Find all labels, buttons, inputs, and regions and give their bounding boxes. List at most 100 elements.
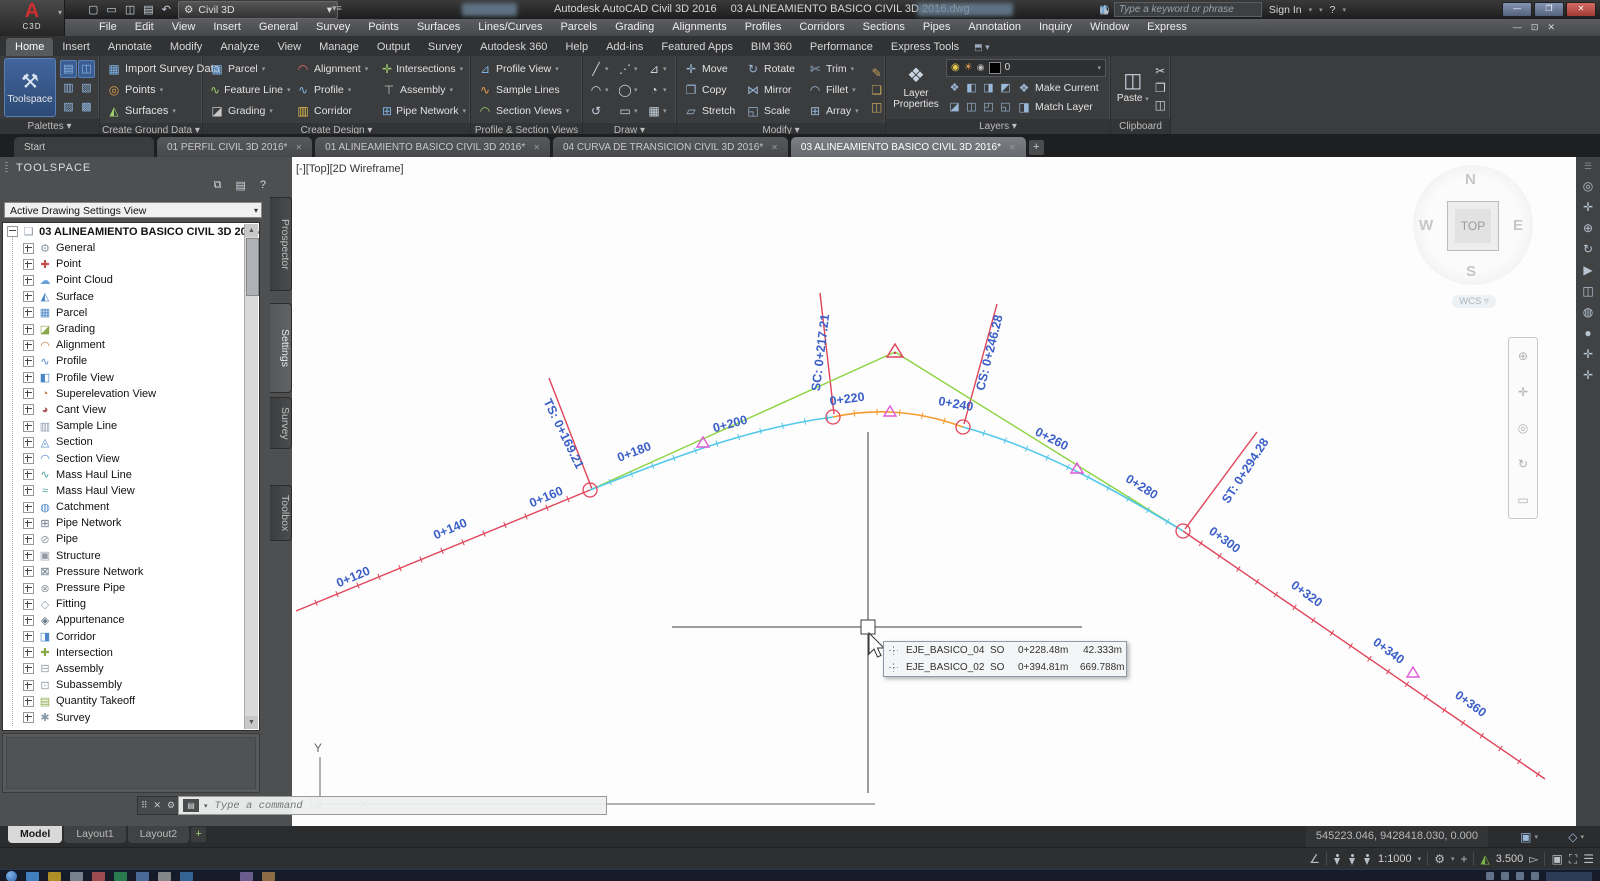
expand-icon[interactable] bbox=[23, 533, 34, 545]
menu-item[interactable]: Edit bbox=[126, 19, 163, 36]
menu-item[interactable]: Surfaces bbox=[408, 19, 469, 36]
ribbon-tab[interactable]: Survey bbox=[419, 38, 471, 56]
drawing-canvas[interactable] bbox=[292, 157, 1576, 826]
ribbon-tab[interactable]: Help bbox=[556, 38, 597, 56]
help-icon[interactable]: ? bbox=[260, 179, 266, 192]
ribbon-button[interactable]: ⊤ Assembly ▾ bbox=[379, 79, 465, 100]
marker-a-icon[interactable]: ✛ bbox=[1583, 347, 1593, 361]
recent-commands-icon[interactable]: ▤ bbox=[183, 799, 199, 812]
menu-item[interactable]: Parcels bbox=[551, 19, 606, 36]
ribbon-button[interactable]: ◠ Alignment ▾ bbox=[293, 58, 379, 79]
layer-properties-button[interactable]: ❖ Layer Properties bbox=[890, 58, 942, 117]
ribbon-tab[interactable]: Modify bbox=[161, 38, 211, 56]
customization-menu-icon[interactable]: ☰ bbox=[1583, 852, 1594, 866]
wcs-menu[interactable]: WCS ▿ bbox=[1452, 295, 1496, 308]
tree-item[interactable]: ◔ Superelevation View bbox=[3, 386, 259, 402]
tree-item[interactable]: ◠ Alignment bbox=[3, 337, 259, 353]
ribbon-button[interactable]: ◠ Section Views ▾ bbox=[475, 100, 572, 121]
clock-area[interactable] bbox=[1546, 872, 1592, 881]
expand-icon[interactable] bbox=[23, 388, 34, 400]
tree-item[interactable]: ▤ Quantity Takeoff bbox=[3, 693, 259, 709]
model-space-toggle[interactable]: ▣ ▾ bbox=[1520, 828, 1538, 845]
palette-toggle-icon[interactable]: ▤ bbox=[60, 59, 77, 78]
modify-extra-icon[interactable]: ✎ bbox=[871, 66, 882, 80]
draw-tool-icon[interactable]: ↺ bbox=[587, 100, 616, 121]
expand-icon[interactable] bbox=[23, 339, 34, 351]
menu-item[interactable]: Corridors bbox=[790, 19, 853, 36]
ribbon-button[interactable]: ❖ Make Current bbox=[1014, 79, 1102, 98]
menu-item[interactable]: Annotation bbox=[959, 19, 1030, 36]
qat-overflow-button[interactable]: ▾≡ bbox=[332, 3, 342, 14]
panel-title[interactable]: Palettes ▾ bbox=[0, 119, 99, 134]
close-icon[interactable]: ✕ bbox=[1009, 143, 1016, 152]
start-button[interactable] bbox=[6, 871, 17, 881]
palette-toggle-icon[interactable]: ▧ bbox=[78, 79, 95, 97]
modify-extra-icon[interactable]: ❏ bbox=[871, 83, 882, 97]
taskbar-icon[interactable] bbox=[180, 872, 193, 881]
layer-dropdown[interactable]: ◉ ☀ ◉ 0 ▾ bbox=[946, 58, 1106, 77]
drawing-tab[interactable]: 04 CURVA DE TRANSICION CIVIL 3D 2016* ✕ bbox=[552, 137, 788, 157]
autoscale-icon[interactable] bbox=[1348, 853, 1357, 865]
application-menu-button[interactable]: A C3D ▾ bbox=[0, 0, 65, 36]
chevron-down-icon[interactable]: ▾ bbox=[1343, 6, 1347, 14]
drawing-tab[interactable]: 01 ALINEAMIENTO BASICO CIVIL 3D 2016* ✕ bbox=[315, 137, 550, 157]
ribbon-button[interactable]: ◨ Match Layer bbox=[1014, 98, 1102, 117]
expand-icon[interactable] bbox=[23, 695, 34, 707]
expand-icon[interactable] bbox=[23, 712, 34, 724]
minimize-button[interactable]: — bbox=[1502, 2, 1532, 17]
ribbon-button[interactable]: ∿ Feature Line ▾ bbox=[207, 79, 293, 100]
expand-icon[interactable] bbox=[23, 566, 34, 578]
layout-tab[interactable]: Layout2 bbox=[127, 826, 190, 843]
menu-item[interactable]: Inquiry bbox=[1030, 19, 1081, 36]
coordinates-readout[interactable]: 545223.046, 9428418.030, 0.000 bbox=[1305, 826, 1488, 847]
expand-icon[interactable] bbox=[23, 598, 34, 610]
tree-item[interactable]: ⚙ General bbox=[3, 240, 259, 256]
annotation-scale-value[interactable]: 1:1000 bbox=[1378, 853, 1412, 865]
tray-icon[interactable] bbox=[1516, 872, 1524, 880]
menu-item[interactable]: Sections bbox=[854, 19, 914, 36]
new-icon[interactable]: ▢ bbox=[88, 3, 98, 16]
drawing-tab[interactable]: Start✕ bbox=[14, 137, 154, 157]
draw-tool-icon[interactable]: ◯ ▾ bbox=[616, 79, 645, 100]
globe-icon[interactable]: ◍ bbox=[1583, 305, 1593, 319]
expand-icon[interactable] bbox=[23, 631, 34, 643]
tree-item[interactable]: ⊘ Pipe bbox=[3, 531, 259, 547]
ribbon-tab[interactable]: Output bbox=[368, 38, 419, 56]
annotation-visibility-icon[interactable] bbox=[1333, 853, 1342, 865]
customize-icon[interactable]: ⚙ bbox=[167, 800, 175, 811]
tree-item[interactable]: ⊠ Pressure Network bbox=[3, 564, 259, 580]
ribbon-button[interactable]: ∿ Profile ▾ bbox=[293, 79, 379, 100]
settings-view-dropdown[interactable]: Active Drawing Settings View ▾ bbox=[4, 202, 262, 218]
taskbar-icon[interactable] bbox=[262, 872, 275, 881]
tab-toolbox[interactable]: Toolbox bbox=[270, 485, 292, 541]
tray-icon[interactable] bbox=[1501, 872, 1509, 880]
tree-scrollbar[interactable]: ▲ ▼ bbox=[244, 224, 259, 729]
isolate-objects-icon[interactable]: ▻ bbox=[1529, 852, 1538, 866]
tray-icon[interactable] bbox=[1531, 872, 1539, 880]
close-icon[interactable]: ✕ bbox=[533, 143, 540, 152]
ribbon-display-toggle[interactable]: ⬒ ▾ bbox=[968, 39, 996, 56]
ribbon-tab[interactable]: View bbox=[268, 38, 310, 56]
scroll-up-icon[interactable]: ▲ bbox=[245, 224, 258, 237]
taskbar-icon[interactable] bbox=[70, 872, 83, 881]
draw-tool-icon[interactable]: ╱ ▾ bbox=[587, 58, 616, 79]
ribbon-button[interactable]: ⊞ Array ▾ bbox=[805, 100, 867, 121]
elevation-value[interactable]: 3.500 bbox=[1496, 853, 1524, 865]
expand-icon[interactable] bbox=[23, 647, 34, 659]
tree-item[interactable]: ◠ Section View bbox=[3, 450, 259, 466]
toolspace-button[interactable]: ⚒ Toolspace bbox=[4, 58, 56, 117]
ribbon-button[interactable]: ◠ Fillet ▾ bbox=[805, 79, 867, 100]
ribbon-button[interactable]: ✛ Intersections ▾ bbox=[379, 58, 465, 79]
expand-icon[interactable] bbox=[23, 404, 34, 416]
ribbon-button[interactable]: ⊿ Profile View ▾ bbox=[475, 58, 572, 79]
palette-toggle-icon[interactable]: ◫ bbox=[78, 59, 95, 78]
draw-tool-icon[interactable]: ▦ ▾ bbox=[645, 100, 674, 121]
scroll-down-icon[interactable]: ▼ bbox=[245, 716, 258, 729]
menu-item[interactable]: Pipes bbox=[914, 19, 960, 36]
surface-elevation-icon[interactable]: ◭ bbox=[1480, 852, 1489, 866]
layer-tool-icon[interactable]: ◧ bbox=[963, 79, 980, 98]
expand-icon[interactable] bbox=[23, 355, 34, 367]
expand-icon[interactable] bbox=[23, 372, 34, 384]
tree-item[interactable]: ⊡ Subassembly bbox=[3, 677, 259, 693]
chevron-down-icon[interactable]: ▾ bbox=[1309, 6, 1313, 14]
